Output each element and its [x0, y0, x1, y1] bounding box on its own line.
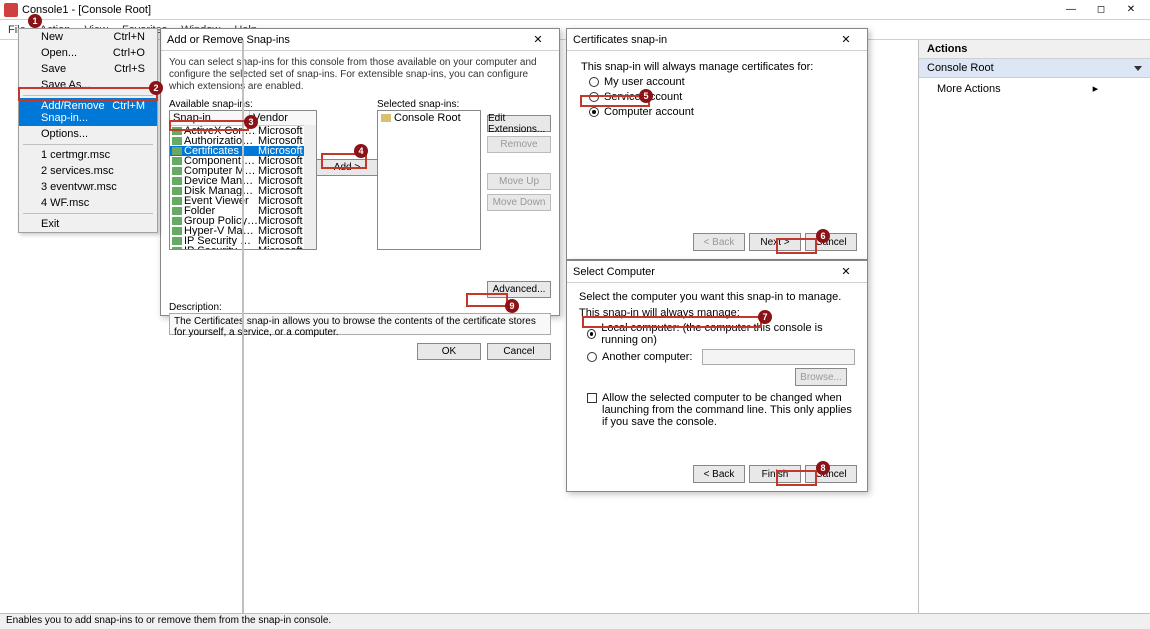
callout-6: 6: [816, 229, 830, 243]
edit-extensions-button[interactable]: Edit Extensions...: [487, 115, 551, 132]
add-button[interactable]: Add >: [315, 159, 379, 176]
minimize-button[interactable]: —: [1056, 1, 1086, 19]
callout-5: 5: [639, 89, 653, 103]
menu-exit[interactable]: Exit: [19, 216, 157, 232]
list-item: Console Root: [378, 111, 480, 125]
menu-saveas[interactable]: Save As...: [19, 77, 157, 93]
description-label: Description:: [169, 302, 551, 313]
menu-recent-1[interactable]: 1 certmgr.msc: [19, 147, 157, 163]
dialog-add-remove-snapins: Add or Remove Snap-ins ✕ You can select …: [160, 28, 560, 316]
snapin-icon: [172, 227, 182, 235]
menu-open[interactable]: Open...Ctrl+O: [19, 45, 157, 61]
finish-button[interactable]: Finish: [749, 465, 801, 483]
chevron-up-icon: [1134, 66, 1142, 71]
browse-button: Browse...: [795, 368, 847, 386]
ok-button[interactable]: OK: [417, 343, 481, 360]
dialog-title: Certificates snap-in ✕: [567, 29, 867, 51]
radio-service-account[interactable]: Service account: [589, 91, 853, 103]
dialog-certificates-snapin: Certificates snap-in ✕ This snap-in will…: [566, 28, 868, 260]
selected-snapins-list[interactable]: Console Root: [377, 110, 481, 250]
callout-4: 4: [354, 144, 368, 158]
intro-text: This snap-in will always manage certific…: [581, 61, 853, 73]
dialog-title: Select Computer ✕: [567, 261, 867, 283]
actions-group[interactable]: Console Root: [919, 59, 1150, 78]
close-icon[interactable]: ✕: [831, 265, 861, 278]
titlebar: Console1 - [Console Root] — ◻ ✕: [0, 0, 1150, 20]
chevron-right-icon: ▸: [1093, 82, 1099, 95]
snapin-icon: [172, 177, 182, 185]
snapin-icon: [172, 137, 182, 145]
scrollbar[interactable]: [304, 125, 316, 249]
computer-name-input: [702, 349, 856, 365]
file-menu-dropdown: NewCtrl+N Open...Ctrl+O SaveCtrl+S Save …: [18, 28, 158, 233]
actions-header: Actions: [919, 40, 1150, 59]
snapin-icon: [172, 247, 182, 250]
callout-8: 8: [816, 461, 830, 475]
cancel-button[interactable]: Cancel: [487, 343, 551, 360]
status-bar: Enables you to add snap-ins to or remove…: [0, 613, 1150, 629]
radio-computer-account[interactable]: Computer account: [589, 106, 853, 118]
description-box: The Certificates snap-in allows you to b…: [169, 313, 551, 335]
dialog-title: Add or Remove Snap-ins ✕: [161, 29, 559, 51]
menu-new[interactable]: NewCtrl+N: [19, 29, 157, 45]
radio-my-user-account[interactable]: My user account: [589, 76, 853, 88]
callout-1: 1: [28, 14, 42, 28]
app-icon: [4, 3, 18, 17]
snapin-icon: [172, 127, 182, 135]
back-button: < Back: [693, 233, 745, 251]
actions-panel: Actions Console Root More Actions▸: [918, 40, 1150, 613]
menu-recent-3[interactable]: 3 eventvwr.msc: [19, 179, 157, 195]
remove-button: Remove: [487, 136, 551, 153]
maximize-button[interactable]: ◻: [1086, 1, 1116, 19]
dialog-description: You can select snap-ins for this console…: [169, 57, 551, 93]
snapin-icon: [172, 237, 182, 245]
callout-3: 3: [244, 115, 258, 129]
menu-options[interactable]: Options...: [19, 126, 157, 142]
snapin-icon: [172, 197, 182, 205]
close-button[interactable]: ✕: [1116, 1, 1146, 19]
movedown-button: Move Down: [487, 194, 551, 211]
menu-recent-4[interactable]: 4 WF.msc: [19, 195, 157, 211]
group-label: This snap-in will always manage:: [579, 307, 855, 319]
selected-label: Selected snap-ins:: [377, 99, 481, 110]
radio-local-computer[interactable]: Local computer: (the computer this conso…: [587, 322, 855, 346]
close-icon[interactable]: ✕: [831, 33, 861, 46]
snapin-icon: [172, 167, 182, 175]
snapin-icon: [172, 187, 182, 195]
cancel-button[interactable]: Cancel: [805, 233, 857, 251]
window-title: Console1 - [Console Root]: [22, 4, 1056, 16]
close-icon[interactable]: ✕: [523, 33, 553, 46]
intro-text: Select the computer you want this snap-i…: [579, 291, 855, 303]
menu-add-remove-snapin[interactable]: Add/Remove Snap-in...Ctrl+M: [19, 98, 157, 126]
callout-2: 2: [149, 81, 163, 95]
menu-save[interactable]: SaveCtrl+S: [19, 61, 157, 77]
advanced-button[interactable]: Advanced...: [487, 281, 551, 298]
cancel-button[interactable]: Cancel: [805, 465, 857, 483]
radio-another-computer[interactable]: Another computer:: [587, 349, 855, 365]
snapin-icon: [172, 217, 182, 225]
snapin-icon: [172, 207, 182, 215]
next-button[interactable]: Next >: [749, 233, 801, 251]
back-button[interactable]: < Back: [693, 465, 745, 483]
callout-7: 7: [758, 310, 772, 324]
snapin-icon: [172, 147, 182, 155]
checkbox-allow-change[interactable]: Allow the selected computer to be change…: [587, 392, 855, 428]
menu-recent-2[interactable]: 2 services.msc: [19, 163, 157, 179]
snapin-icon: [172, 157, 182, 165]
moveup-button: Move Up: [487, 173, 551, 190]
callout-9: 9: [505, 299, 519, 313]
actions-more[interactable]: More Actions▸: [919, 78, 1150, 99]
folder-icon: [381, 114, 391, 122]
dialog-select-computer: Select Computer ✕ Select the computer yo…: [566, 260, 868, 492]
